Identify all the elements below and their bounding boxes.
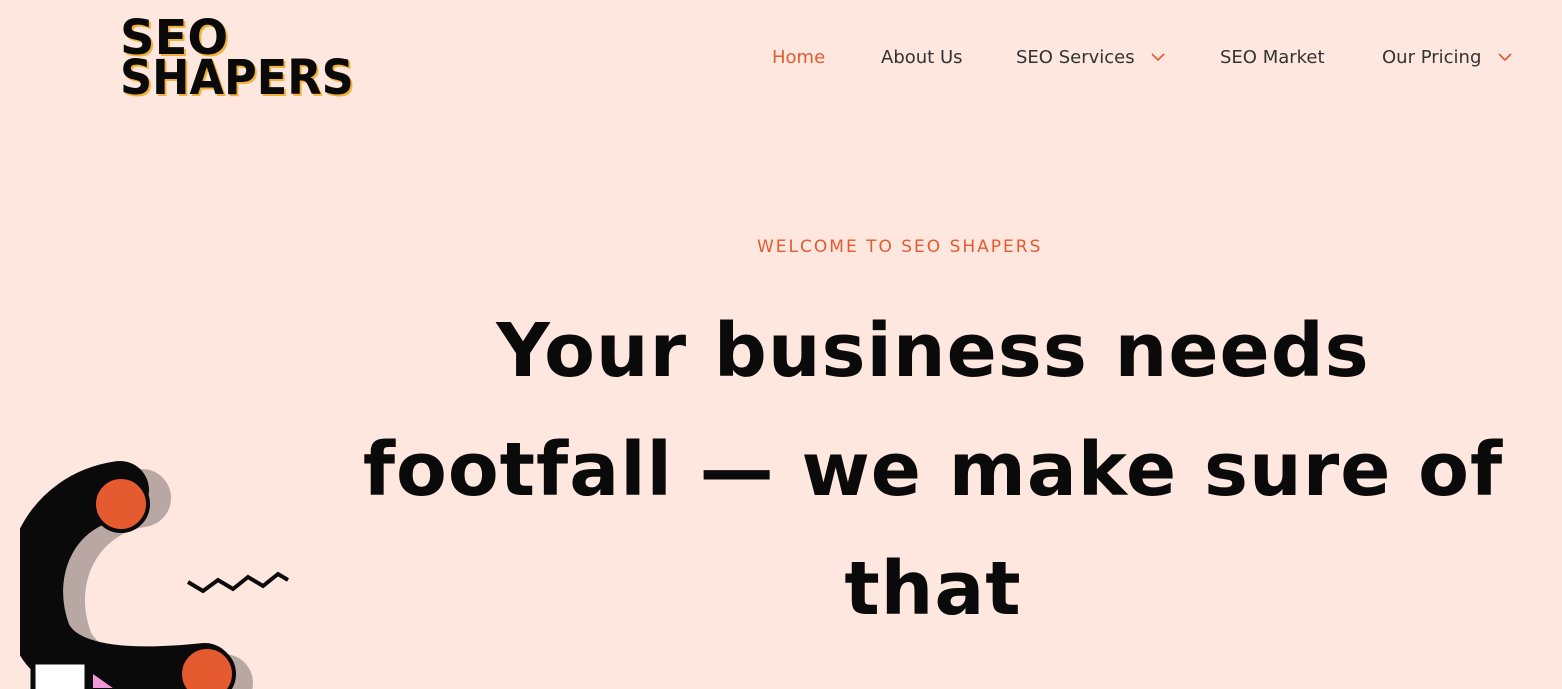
decorative-shapes-illustration xyxy=(20,461,290,689)
white-square-shape xyxy=(30,659,90,689)
orange-dot-top xyxy=(92,475,150,533)
nav-item-seo-services[interactable]: SEO Services xyxy=(1016,46,1166,70)
site-header: SEO SHAPERS Home About Us SEO Services S… xyxy=(0,0,1562,130)
zigzag-shape xyxy=(186,571,290,594)
hero-eyebrow: WELCOME TO SEO SHAPERS xyxy=(757,237,1043,257)
nav-item-about-us[interactable]: About Us xyxy=(881,46,963,70)
chevron-down-icon xyxy=(1498,52,1512,61)
hero-headline: Your business needs footfall — we make s… xyxy=(362,308,1504,632)
nav-item-label: Home xyxy=(772,47,826,68)
nav-item-label: Our Pricing xyxy=(1382,47,1482,68)
orange-dot-bottom xyxy=(178,645,236,689)
nav-item-label: SEO Market xyxy=(1220,47,1325,68)
chevron-down-icon xyxy=(1151,52,1165,61)
nav-item-our-pricing[interactable]: Our Pricing xyxy=(1382,46,1513,70)
nav-item-label: About Us xyxy=(881,47,963,68)
nav-item-label: SEO Services xyxy=(1016,47,1135,68)
logo-line-2: SHAPERS xyxy=(120,50,354,106)
site-logo[interactable]: SEO SHAPERS xyxy=(120,14,440,109)
nav-item-home[interactable]: Home xyxy=(772,46,825,70)
nav-item-seo-market[interactable]: SEO Market xyxy=(1220,46,1325,70)
